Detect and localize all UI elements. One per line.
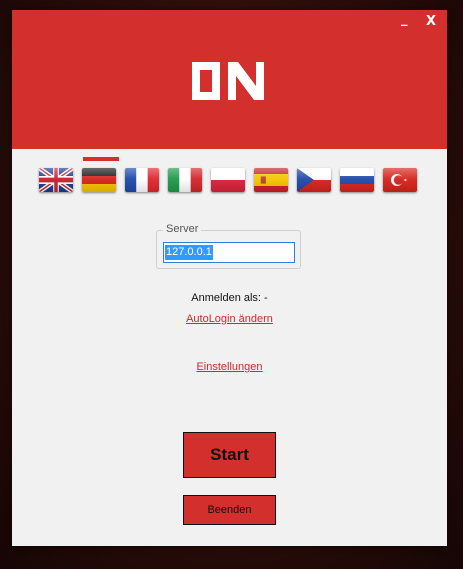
flag-russia-icon[interactable] xyxy=(340,168,374,192)
server-label: Server xyxy=(163,223,202,235)
flag-france-icon[interactable] xyxy=(125,168,159,192)
selected-language-indicator xyxy=(83,157,119,161)
login-status: Anmelden als: - xyxy=(191,292,268,304)
on-logo xyxy=(192,62,264,100)
autologin-link[interactable]: AutoLogin ändern xyxy=(12,313,447,325)
flag-turkey-icon[interactable] xyxy=(383,168,417,192)
header-banner: _ X xyxy=(12,10,447,149)
flag-uk-icon[interactable] xyxy=(39,168,73,192)
settings-link[interactable]: Einstellungen xyxy=(12,361,447,373)
start-button[interactable]: Start xyxy=(183,432,276,478)
flag-poland-icon[interactable] xyxy=(211,168,245,192)
launcher-window: _ X Server 127.0.0.1 Anmelden als: - Aut… xyxy=(12,10,447,546)
flag-spain-icon[interactable] xyxy=(254,168,288,192)
minimize-button[interactable]: _ xyxy=(401,12,408,28)
quit-button[interactable]: Beenden xyxy=(183,495,276,525)
close-button[interactable]: X xyxy=(426,14,436,30)
flag-italy-icon[interactable] xyxy=(168,168,202,192)
server-value[interactable]: 127.0.0.1 xyxy=(165,245,213,260)
flag-germany-icon[interactable] xyxy=(82,168,116,192)
flag-czech-icon[interactable] xyxy=(297,168,331,192)
